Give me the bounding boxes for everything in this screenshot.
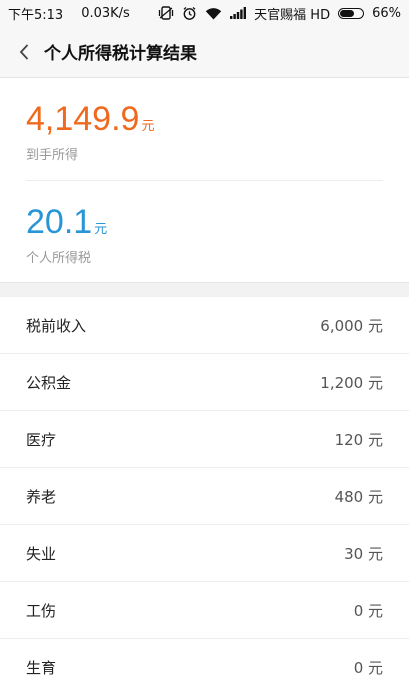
detail-list: 税前收入 6,000 元 公积金 1,200 元 医疗 120 元 养老 480… (0, 297, 409, 691)
battery-fill (340, 9, 354, 17)
wifi-icon (205, 7, 222, 20)
vibrate-icon (158, 6, 174, 20)
summary-section: 4,149.9 元 到手所得 20.1 元 个人所得税 (0, 78, 409, 283)
status-time: 下午5:13 (8, 7, 64, 23)
network-speed: 0.03K/s (81, 5, 130, 21)
detail-value: 1,200 元 (320, 373, 383, 392)
take-home-amount: 4,149.9 (26, 100, 140, 138)
take-home-unit: 元 (141, 119, 155, 134)
detail-row-pretax-income: 税前收入 6,000 元 (0, 297, 409, 354)
title-bar: 个人所得税计算结果 (0, 26, 409, 78)
status-bar: 下午5:13 0.03K/s 天官赐福 HD 66% (0, 0, 409, 26)
detail-label: 生育 (26, 658, 57, 677)
detail-value: 480 元 (334, 487, 383, 506)
chevron-left-icon (19, 43, 29, 60)
tax-amount: 20.1 (26, 203, 93, 241)
detail-row-maternity: 生育 0 元 (0, 639, 409, 691)
tax-unit: 元 (94, 222, 108, 237)
battery-icon (338, 7, 365, 19)
page-title: 个人所得税计算结果 (44, 44, 197, 64)
section-gap (0, 283, 409, 297)
detail-value: 30 元 (344, 544, 383, 563)
detail-label: 医疗 (26, 430, 57, 449)
detail-label: 工伤 (26, 601, 57, 620)
detail-row-medical: 医疗 120 元 (0, 411, 409, 468)
back-button[interactable] (4, 26, 44, 78)
detail-label: 失业 (26, 544, 57, 563)
detail-value: 0 元 (353, 601, 383, 620)
detail-value: 6,000 元 (320, 316, 383, 335)
tax-card: 20.1 元 个人所得税 (26, 180, 383, 282)
take-home-amount-line: 4,149.9 元 (26, 100, 383, 138)
detail-row-work-injury: 工伤 0 元 (0, 582, 409, 639)
carrier-name: 天官赐福 HD (254, 7, 331, 23)
detail-row-unemployment: 失业 30 元 (0, 525, 409, 582)
status-right: 天官赐福 HD 66% (158, 4, 401, 23)
alarm-icon (182, 6, 197, 21)
detail-label: 养老 (26, 487, 57, 506)
detail-value: 120 元 (334, 430, 383, 449)
detail-row-housing-fund: 公积金 1,200 元 (0, 354, 409, 411)
detail-value: 0 元 (353, 658, 383, 677)
screen: 下午5:13 0.03K/s 天官赐福 HD 66% 个人所得税计算结果 4,1… (0, 0, 409, 691)
status-left: 下午5:13 0.03K/s (8, 4, 158, 23)
take-home-label: 到手所得 (26, 148, 79, 163)
signal-icon (230, 7, 247, 19)
detail-row-pension: 养老 480 元 (0, 468, 409, 525)
tax-label: 个人所得税 (26, 251, 92, 266)
tax-amount-line: 20.1 元 (26, 203, 383, 241)
take-home-card: 4,149.9 元 到手所得 (26, 78, 383, 180)
detail-label: 税前收入 (26, 316, 87, 335)
battery-percent: 66% (372, 5, 401, 21)
detail-label: 公积金 (26, 373, 72, 392)
